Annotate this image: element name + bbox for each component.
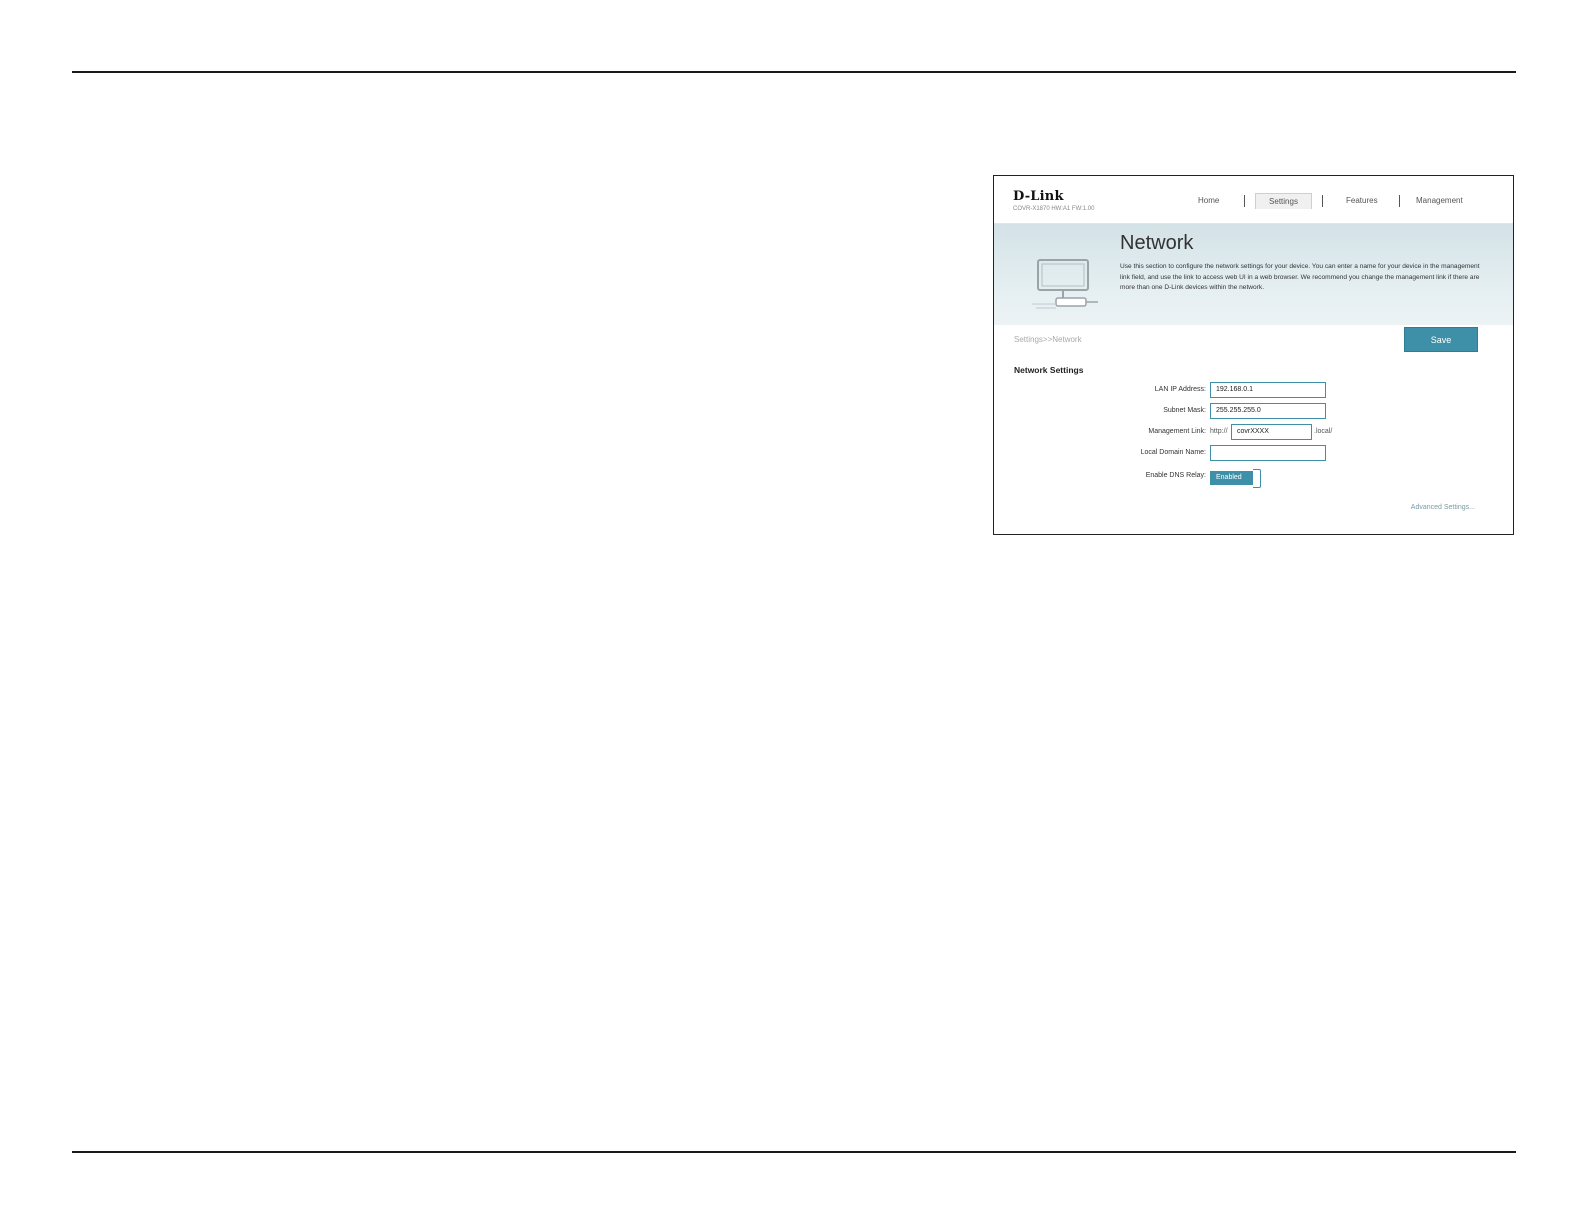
lan-ip-label: LAN IP Address:	[1154, 386, 1206, 393]
subnet-mask-input[interactable]: 255.255.255.0	[1210, 403, 1326, 419]
nav-settings[interactable]: Settings	[1255, 193, 1312, 209]
top-bar: D-Link COVR-X1870 HW:A1 FW:1.00 Home Set…	[994, 176, 1513, 224]
subnet-mask-label: Subnet Mask:	[1163, 407, 1206, 414]
page-bottom-rule	[72, 1151, 1516, 1153]
advanced-settings-link[interactable]: Advanced Settings...	[1411, 504, 1475, 511]
firmware-info: COVR-X1870 HW:A1 FW:1.00	[1013, 206, 1095, 212]
page-title: Network	[1120, 232, 1194, 254]
dlink-logo: D-Link	[1013, 189, 1064, 204]
nav-separator	[1322, 195, 1323, 207]
dns-relay-state: Enabled	[1210, 471, 1254, 485]
page-banner: Network Use this section to configure th…	[994, 224, 1513, 325]
router-ui-screenshot: D-Link COVR-X1870 HW:A1 FW:1.00 Home Set…	[993, 175, 1514, 535]
nav-management[interactable]: Management	[1416, 196, 1463, 205]
lan-ip-input[interactable]: 192.168.0.1	[1210, 382, 1326, 398]
dns-relay-toggle[interactable]: Enabled	[1210, 469, 1262, 488]
toggle-knob	[1253, 469, 1261, 488]
dns-relay-label: Enable DNS Relay:	[1145, 472, 1206, 479]
save-button[interactable]: Save	[1404, 327, 1478, 352]
local-domain-input[interactable]	[1210, 445, 1326, 461]
management-link-suffix: .local/	[1314, 428, 1333, 435]
nav-separator	[1399, 195, 1400, 207]
management-link-label: Management Link:	[1148, 428, 1206, 435]
page-description: Use this section to configure the networ…	[1120, 263, 1480, 291]
page-top-rule	[72, 71, 1516, 73]
nav-separator	[1244, 195, 1245, 207]
breadcrumb[interactable]: Settings>>Network	[1014, 335, 1082, 344]
management-link-prefix: http://	[1210, 428, 1228, 435]
section-title: Network Settings	[1014, 365, 1084, 375]
nav-features[interactable]: Features	[1346, 196, 1378, 205]
network-monitor-icon	[1032, 259, 1098, 309]
nav-home[interactable]: Home	[1198, 196, 1219, 205]
management-link-input[interactable]: covrXXXX	[1231, 424, 1312, 440]
local-domain-label: Local Domain Name:	[1140, 449, 1206, 456]
